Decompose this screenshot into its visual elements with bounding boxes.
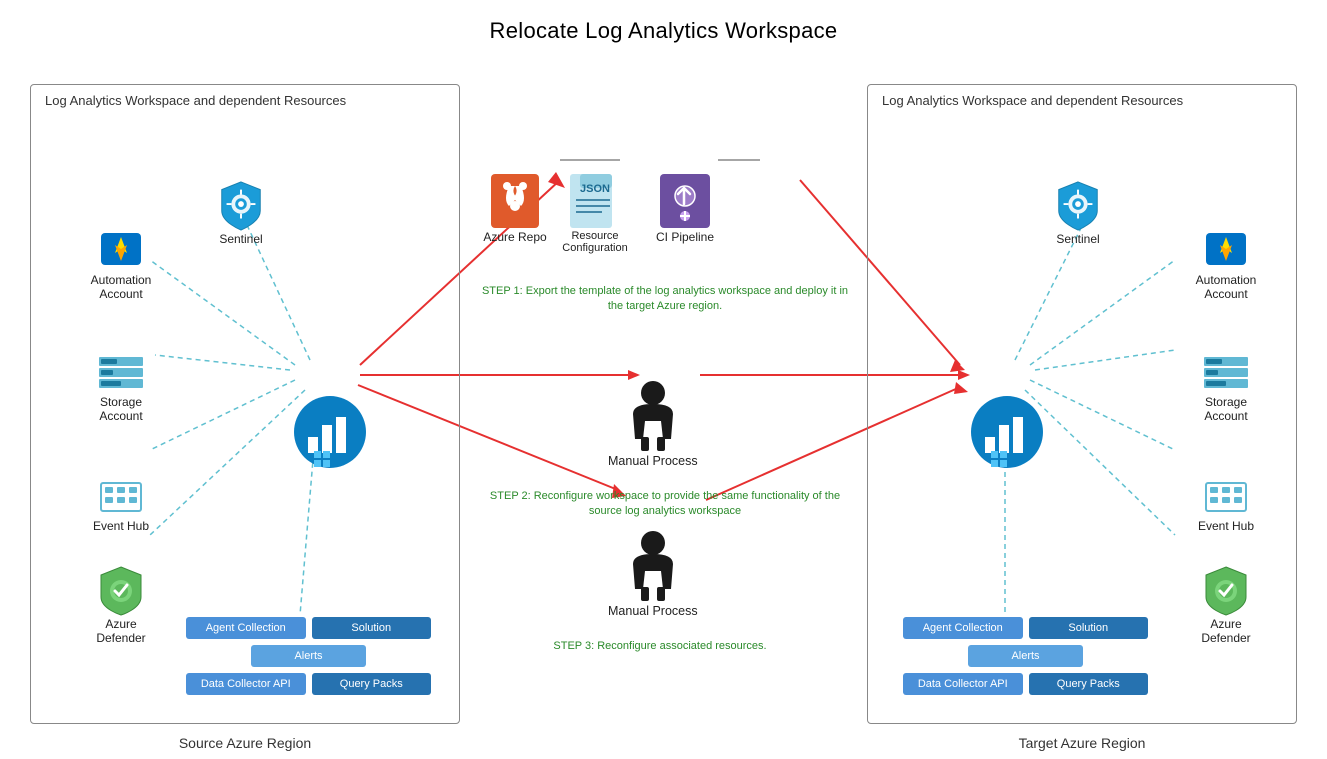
left-region-sublabel: Source Azure Region [31,735,459,751]
right-tile-data-collector: Data Collector API [903,673,1023,695]
left-tile-alerts: Alerts [251,645,366,667]
right-tile-alerts: Alerts [968,645,1083,667]
azure-repo-group: Azure Repo [475,172,555,244]
right-sentinel-icon-group: Sentinel [1038,180,1118,246]
left-eventhub-icon-group: Event Hub [81,475,161,533]
automation-icon [97,225,145,273]
left-tile-agent-collection: Agent Collection [186,617,306,639]
right-storage-icon [1202,355,1250,395]
right-automation-icon-group: Automation Account [1186,225,1266,301]
azure-repo-icon [489,172,541,230]
right-workspace-icon [963,395,1051,470]
right-data-tiles: Agent Collection Solution Alerts Data Co… [903,617,1148,701]
ci-pipeline-label: CI Pipeline [656,230,714,244]
right-automation-label: Automation Account [1196,273,1257,301]
right-sentinel-label: Sentinel [1056,232,1099,246]
right-tile-query-packs: Query Packs [1029,673,1149,695]
left-automation-label: Automation Account [91,273,152,301]
resource-config-group: JSON Resource Configuration [550,172,640,254]
right-region-sublabel: Target Azure Region [868,735,1296,751]
right-tile-agent-collection: Agent Collection [903,617,1023,639]
step2-text: STEP 2: Reconfigure workspace to provide… [480,489,850,520]
left-tile-solution: Solution [312,617,432,639]
right-tile-solution: Solution [1029,617,1149,639]
resource-config-label: Resource Configuration [562,230,627,254]
right-storage-label: Storage Account [1204,395,1247,423]
storage-icon [97,355,145,395]
sentinel-icon [217,180,265,232]
right-sentinel-icon [1054,180,1102,232]
step1-text: STEP 1: Export the template of the log a… [480,284,850,315]
page-title: Relocate Log Analytics Workspace [0,0,1327,54]
right-defender-icon [1202,565,1250,617]
person-icon-2 [623,529,683,604]
manual-process1-label: Manual Process [608,454,698,468]
right-region-label: Log Analytics Workspace and dependent Re… [882,93,1183,108]
left-tile-query-packs: Query Packs [312,673,432,695]
svg-text:JSON: JSON [580,183,610,195]
left-region-label: Log Analytics Workspace and dependent Re… [45,93,346,108]
left-defender-icon-group: Azure Defender [81,565,161,645]
left-workspace-icon-group [286,395,374,475]
diagram-area: Log Analytics Workspace and dependent Re… [0,54,1327,754]
left-storage-icon-group: Storage Account [81,355,161,423]
right-workspace-icon-group [963,395,1051,475]
left-eventhub-label: Event Hub [93,519,149,533]
left-defender-label: Azure Defender [96,617,145,645]
left-sentinel-icon-group: Sentinel [201,180,281,246]
right-region-box: Log Analytics Workspace and dependent Re… [867,84,1297,724]
left-region-box: Log Analytics Workspace and dependent Re… [30,84,460,724]
ci-pipeline-group: CI Pipeline [645,172,725,244]
right-eventhub-icon-group: Event Hub [1186,475,1266,533]
ci-pipeline-icon [658,172,712,230]
left-sentinel-label: Sentinel [219,232,262,246]
resource-config-icon: JSON [566,172,624,230]
right-eventhub-label: Event Hub [1198,519,1254,533]
eventhub-icon [99,475,143,519]
right-defender-icon-group: Azure Defender [1186,565,1266,645]
right-eventhub-icon [1204,475,1248,519]
left-automation-icon-group: Automation Account [81,225,161,301]
manual-process2-label: Manual Process [608,604,698,618]
center-area: Azure Repo JSON Resource Configuration [460,84,867,724]
manual-process2-group: Manual Process [608,529,698,618]
azure-repo-label: Azure Repo [483,230,546,244]
step3-text: STEP 3: Reconfigure associated resources… [540,639,780,654]
left-workspace-icon [286,395,374,470]
left-tile-data-collector: Data Collector API [186,673,306,695]
defender-icon [97,565,145,617]
right-storage-icon-group: Storage Account [1186,355,1266,423]
left-data-tiles: Agent Collection Solution Alerts Data Co… [186,617,431,701]
right-defender-label: Azure Defender [1201,617,1250,645]
person-icon-1 [623,379,683,454]
left-storage-label: Storage Account [99,395,142,423]
right-automation-icon [1202,225,1250,273]
manual-process1-group: Manual Process [608,379,698,468]
